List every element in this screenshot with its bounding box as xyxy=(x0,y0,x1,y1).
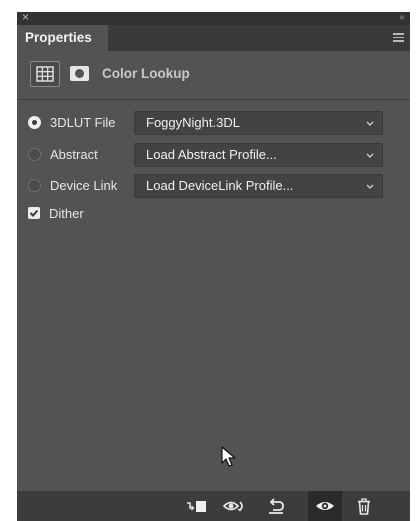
grid-icon xyxy=(36,66,54,82)
layer-mask-icon[interactable] xyxy=(70,66,89,81)
option-row-device-link: Device Link Load DeviceLink Profile... xyxy=(17,174,410,198)
mouse-cursor-icon xyxy=(221,446,236,467)
adjustment-settings-button[interactable] xyxy=(30,61,60,87)
visibility-toggle-button[interactable] xyxy=(308,491,342,521)
select-value-3dlut: FoggyNight.3DL xyxy=(146,115,240,130)
radio-device-link[interactable] xyxy=(28,179,41,192)
close-icon[interactable]: × xyxy=(22,11,29,24)
option-label-device-link: Device Link xyxy=(50,178,118,193)
chevron-down-icon xyxy=(366,153,374,158)
checkmark-icon xyxy=(29,209,39,217)
option-label-abstract: Abstract xyxy=(50,147,98,162)
select-3dlut-file[interactable]: FoggyNight.3DL xyxy=(134,111,383,135)
panel-menu-icon[interactable] xyxy=(393,33,404,42)
tab-bar: Properties xyxy=(17,25,410,51)
properties-panel: × ‹‹ Properties Color Lookup 3DLUT File … xyxy=(17,11,410,521)
radio-abstract[interactable] xyxy=(28,148,41,161)
bottom-toolbar xyxy=(17,491,410,521)
select-devicelink-profile[interactable]: Load DeviceLink Profile... xyxy=(134,174,383,198)
dither-label: Dither xyxy=(49,206,84,221)
adjustment-title: Color Lookup xyxy=(102,66,190,81)
select-value-abstract: Load Abstract Profile... xyxy=(146,147,277,162)
tab-properties[interactable]: Properties xyxy=(17,25,108,51)
dither-checkbox[interactable] xyxy=(28,207,40,219)
divider xyxy=(17,99,410,100)
adjustment-header: Color Lookup xyxy=(17,51,410,98)
select-abstract-profile[interactable]: Load Abstract Profile... xyxy=(134,143,383,167)
reset-icon[interactable] xyxy=(266,498,286,515)
chevron-down-icon xyxy=(366,184,374,189)
panel-title-strip: × ‹‹ xyxy=(17,11,410,25)
view-previous-state-icon[interactable] xyxy=(223,498,247,515)
chevron-down-icon xyxy=(366,121,374,126)
dither-row: Dither xyxy=(17,202,410,226)
clip-to-layer-icon[interactable] xyxy=(185,498,207,515)
select-value-device-link: Load DeviceLink Profile... xyxy=(146,178,294,193)
radio-3dlut[interactable] xyxy=(28,116,41,129)
option-row-abstract: Abstract Load Abstract Profile... xyxy=(17,143,410,167)
trash-icon[interactable] xyxy=(356,498,372,515)
option-row-3dlut: 3DLUT File FoggyNight.3DL xyxy=(17,111,410,135)
collapse-icon[interactable]: ‹‹ xyxy=(399,11,405,24)
option-label-3dlut: 3DLUT File xyxy=(50,115,116,130)
visibility-icon xyxy=(316,502,334,510)
